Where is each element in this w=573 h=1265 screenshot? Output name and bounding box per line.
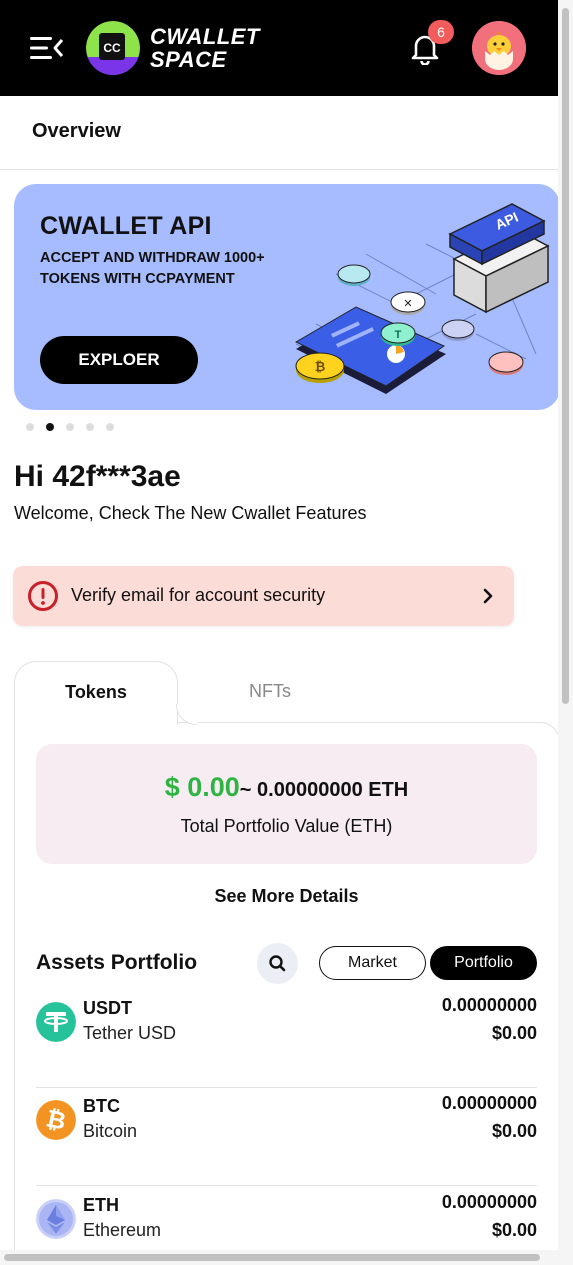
portfolio-value-label: Total Portfolio Value (ETH) [180,816,393,836]
see-more-details-link[interactable]: See More Details [0,886,573,907]
svg-text:T: T [395,329,402,341]
market-toggle-button[interactable]: Market [319,946,426,980]
asset-name: Tether USD [83,1023,177,1043]
portfolio-value-line: $ 0.00~ 0.00000000 ETH [36,772,537,803]
api-server-graphic: API [448,203,550,314]
asset-symbol: BTC [83,1096,120,1116]
portfolio-value-card: $ 0.00~ 0.00000000 ETH Total Portfolio V… [36,744,537,864]
asset-name: Bitcoin [83,1121,138,1141]
asset-symbol: ETH [83,1195,119,1215]
bitcoin-icon: ₿ [36,1100,76,1140]
tab-tokens[interactable]: Tokens [14,661,197,725]
asset-row-btc[interactable]: ₿ BTC Bitcoin 0.00000000 $0.00 [36,1088,537,1186]
carousel-dot[interactable] [66,423,74,431]
page-title: Overview [32,120,121,142]
assets-portfolio-title: Assets Portfolio [36,951,198,974]
horizontal-scrollbar-thumb[interactable] [4,1254,540,1261]
carousel-dot[interactable] [106,423,114,431]
brand-wordmark[interactable]: CWALLET SPACE [150,25,260,71]
search-icon[interactable] [257,943,298,984]
asset-symbol: USDT [83,998,132,1018]
logo-line1: CWALLET [150,24,260,49]
portfolio-toggle-button[interactable]: Portfolio [430,946,537,980]
carousel-dot-active[interactable] [46,423,54,431]
asset-usd-value: $0.00 [491,1023,537,1043]
vertical-scrollbar[interactable] [558,0,573,1265]
welcome-text: Welcome, Check The New Cwallet Features [14,503,367,523]
alert-circle-icon [27,580,59,612]
tab-nfts[interactable]: NFTs [200,661,340,721]
menu-toggle-icon[interactable] [30,34,64,62]
overview-bar: Overview [0,96,558,170]
asset-amount: 0.00000000 [441,1093,537,1113]
svg-text:✕: ✕ [403,298,412,310]
portfolio-usd-value: $ 0.00 [164,772,240,802]
asset-amount: 0.00000000 [441,1192,537,1212]
greeting-title: Hi 42f***3ae [14,460,181,493]
app-header: CC CWALLET SPACE 6 [0,0,558,96]
api-illustration: API ₿ T ✕ [276,184,560,410]
cwallet-logo-icon: CC [86,21,140,75]
logo-line2: SPACE [150,47,227,72]
ethereum-icon [36,1199,76,1239]
verify-email-alert[interactable]: Verify email for account security [13,566,514,626]
logo-mark-text: CC [103,41,121,55]
portfolio-eth-value: ~ 0.00000000 ETH [239,779,409,801]
carousel-dot[interactable] [26,423,34,431]
notification-count-badge: 6 [428,20,454,44]
asset-usd-value: $0.00 [491,1220,537,1240]
banner-title: CWALLET API [40,212,212,240]
banner-subtitle: ACCEPT AND WITHDRAW 1000+ TOKENS WITH CC… [40,250,265,287]
carousel-dot[interactable] [86,423,94,431]
promo-banner[interactable]: CWALLET API ACCEPT AND WITHDRAW 1000+ TO… [14,184,560,410]
asset-name: Ethereum [83,1220,162,1240]
horizontal-scrollbar[interactable] [0,1250,558,1265]
tether-icon [36,1002,76,1042]
carousel-indicator [26,423,114,431]
asset-amount: 0.00000000 [441,995,537,1015]
asset-usd-value: $0.00 [491,1121,537,1141]
chevron-right-icon [481,586,495,606]
explore-button[interactable]: EXPLOER [40,336,198,384]
asset-row-usdt[interactable]: USDT Tether USD 0.00000000 $0.00 [36,990,537,1088]
user-avatar[interactable] [472,21,526,75]
svg-text:₿: ₿ [315,359,326,374]
vertical-scrollbar-thumb[interactable] [562,8,569,704]
verify-alert-text: Verify email for account security [71,585,326,605]
